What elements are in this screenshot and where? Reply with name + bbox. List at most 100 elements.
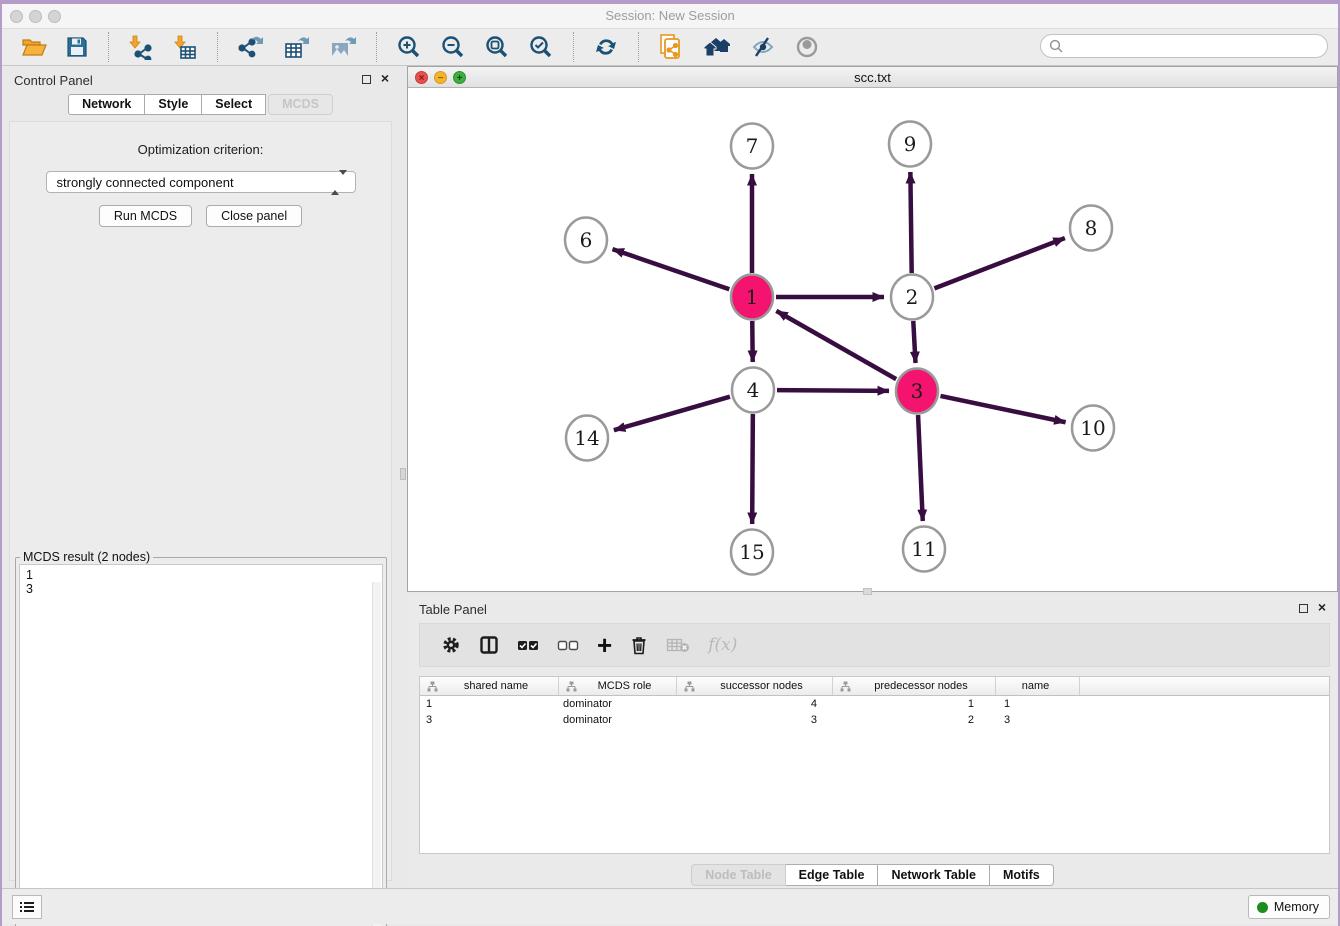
splitter-grip[interactable] — [400, 468, 406, 480]
result-scrollbar[interactable] — [372, 582, 381, 926]
horizontal-splitter-grip[interactable] — [863, 588, 872, 595]
table-cell: dominator — [559, 712, 677, 728]
graph-edge-4-14[interactable] — [614, 397, 730, 431]
node-table: shared nameMCDS rolesuccessor nodesprede… — [419, 676, 1330, 854]
table-cell: 1 — [420, 696, 559, 712]
graph-node-label: 6 — [580, 228, 593, 252]
import-table-icon — [172, 34, 198, 60]
column-header-name[interactable]: name — [996, 677, 1080, 695]
graph-edge-4-3[interactable] — [777, 390, 889, 391]
status-bar: Memory — [2, 888, 1338, 924]
export-table-icon — [283, 34, 311, 60]
export-image-icon — [329, 34, 357, 60]
export-image-button[interactable] — [325, 32, 361, 62]
home-button[interactable] — [698, 33, 736, 61]
duplicate-network-button[interactable] — [654, 31, 688, 63]
memory-button[interactable]: Memory — [1248, 895, 1330, 919]
table-options-button[interactable] — [441, 635, 461, 655]
toolbar-separator — [573, 32, 574, 62]
graph-node-label: 11 — [911, 537, 936, 561]
toolbar-separator — [376, 32, 377, 62]
close-panel-button[interactable]: Close panel — [206, 205, 302, 227]
delete-columns-button[interactable] — [630, 635, 648, 655]
column-header-successor-nodes[interactable]: successor nodes — [677, 677, 833, 695]
tab-network-table[interactable]: Network Table — [878, 864, 990, 886]
open-session-button[interactable] — [17, 33, 51, 61]
delete-table-icon — [666, 637, 690, 653]
tab-node-table[interactable]: Node Table — [691, 864, 785, 886]
memory-status-dot — [1257, 902, 1268, 913]
select-all-columns-button[interactable] — [517, 638, 539, 652]
export-network-button[interactable] — [233, 32, 269, 62]
table-body: 1dominator4113dominator323 — [420, 696, 1329, 728]
graph-edge-3-11[interactable] — [918, 415, 923, 521]
run-mcds-button[interactable]: Run MCDS — [99, 205, 192, 227]
graph-edge-1-6[interactable] — [612, 249, 729, 289]
vertical-splitter[interactable] — [399, 66, 407, 888]
tab-network[interactable]: Network — [68, 94, 145, 115]
mcds-result-text[interactable]: 1 3 — [19, 564, 383, 922]
tab-style[interactable]: Style — [145, 94, 202, 115]
zoom-fit-icon — [484, 34, 510, 60]
checked-boxes-icon — [517, 638, 539, 652]
column-type-icon — [427, 681, 438, 692]
create-column-button[interactable]: + — [597, 635, 612, 655]
save-session-button[interactable] — [61, 33, 93, 61]
graph-edge-2-8[interactable] — [934, 238, 1064, 288]
float-panel-icon[interactable] — [362, 75, 371, 84]
close-panel-icon[interactable]: × — [381, 70, 389, 86]
hide-panels-button[interactable] — [746, 33, 780, 61]
window-title: Session: New Session — [2, 8, 1338, 23]
graph-edge-3-10[interactable] — [940, 396, 1065, 422]
float-table-panel-icon[interactable] — [1299, 604, 1308, 613]
graph-edge-3-1[interactable] — [776, 311, 896, 379]
graph-node-label: 3 — [911, 379, 924, 403]
graph-node-label: 8 — [1085, 216, 1098, 240]
column-header-MCDS-role[interactable]: MCDS role — [559, 677, 677, 695]
zoom-fit-button[interactable] — [480, 32, 514, 62]
import-network-button[interactable] — [124, 32, 158, 62]
close-table-panel-icon[interactable]: × — [1318, 599, 1326, 615]
main-toolbar — [2, 28, 1338, 66]
toolbar-separator — [108, 32, 109, 62]
birds-eye-button[interactable] — [790, 33, 824, 61]
zoom-in-button[interactable] — [392, 32, 426, 62]
unselect-all-columns-button[interactable] — [557, 638, 579, 652]
column-header-predecessor-nodes[interactable]: predecessor nodes — [833, 677, 996, 695]
optimization-criterion-select[interactable]: strongly connected component — [46, 171, 356, 193]
zoom-selected-button[interactable] — [524, 32, 558, 62]
graph-node-label: 10 — [1080, 416, 1105, 440]
graph-edge-2-9[interactable] — [910, 172, 911, 273]
graph-node-label: 1 — [746, 285, 759, 309]
search-input[interactable] — [1068, 39, 1318, 53]
graph-node-label: 4 — [747, 378, 760, 402]
toolbar-separator — [638, 32, 639, 62]
network-canvas[interactable]: 7968124314101511 — [408, 88, 1337, 591]
control-panel-tabs: Network Style Select MCDS — [2, 94, 399, 115]
tab-motifs[interactable]: Motifs — [990, 864, 1054, 886]
import-table-button[interactable] — [168, 32, 202, 62]
save-icon — [65, 35, 89, 59]
tab-mcds[interactable]: MCDS — [268, 94, 333, 115]
search-box — [1040, 34, 1328, 58]
list-icon — [19, 900, 35, 914]
table-row[interactable]: 3dominator323 — [420, 712, 1329, 728]
column-type-icon — [840, 681, 851, 692]
function-builder-button[interactable]: f(x) — [708, 635, 737, 655]
fx-icon: f(x) — [708, 635, 737, 655]
import-network-icon — [128, 34, 154, 60]
tab-edge-table[interactable]: Edge Table — [786, 864, 879, 886]
table-row[interactable]: 1dominator411 — [420, 696, 1329, 712]
graph-edge-4-15[interactable] — [752, 414, 753, 524]
graph-edge-2-3[interactable] — [913, 321, 915, 363]
graph-node-label: 2 — [906, 285, 919, 309]
zoom-out-button[interactable] — [436, 32, 470, 62]
delete-table-button[interactable] — [666, 637, 690, 653]
task-history-button[interactable] — [12, 895, 42, 919]
tab-select[interactable]: Select — [202, 94, 266, 115]
apply-layout-button[interactable] — [589, 32, 623, 62]
export-table-button[interactable] — [279, 32, 315, 62]
column-header-shared-name[interactable]: shared name — [420, 677, 559, 695]
show-column-button[interactable] — [479, 635, 499, 655]
table-cell: 3 — [420, 712, 559, 728]
